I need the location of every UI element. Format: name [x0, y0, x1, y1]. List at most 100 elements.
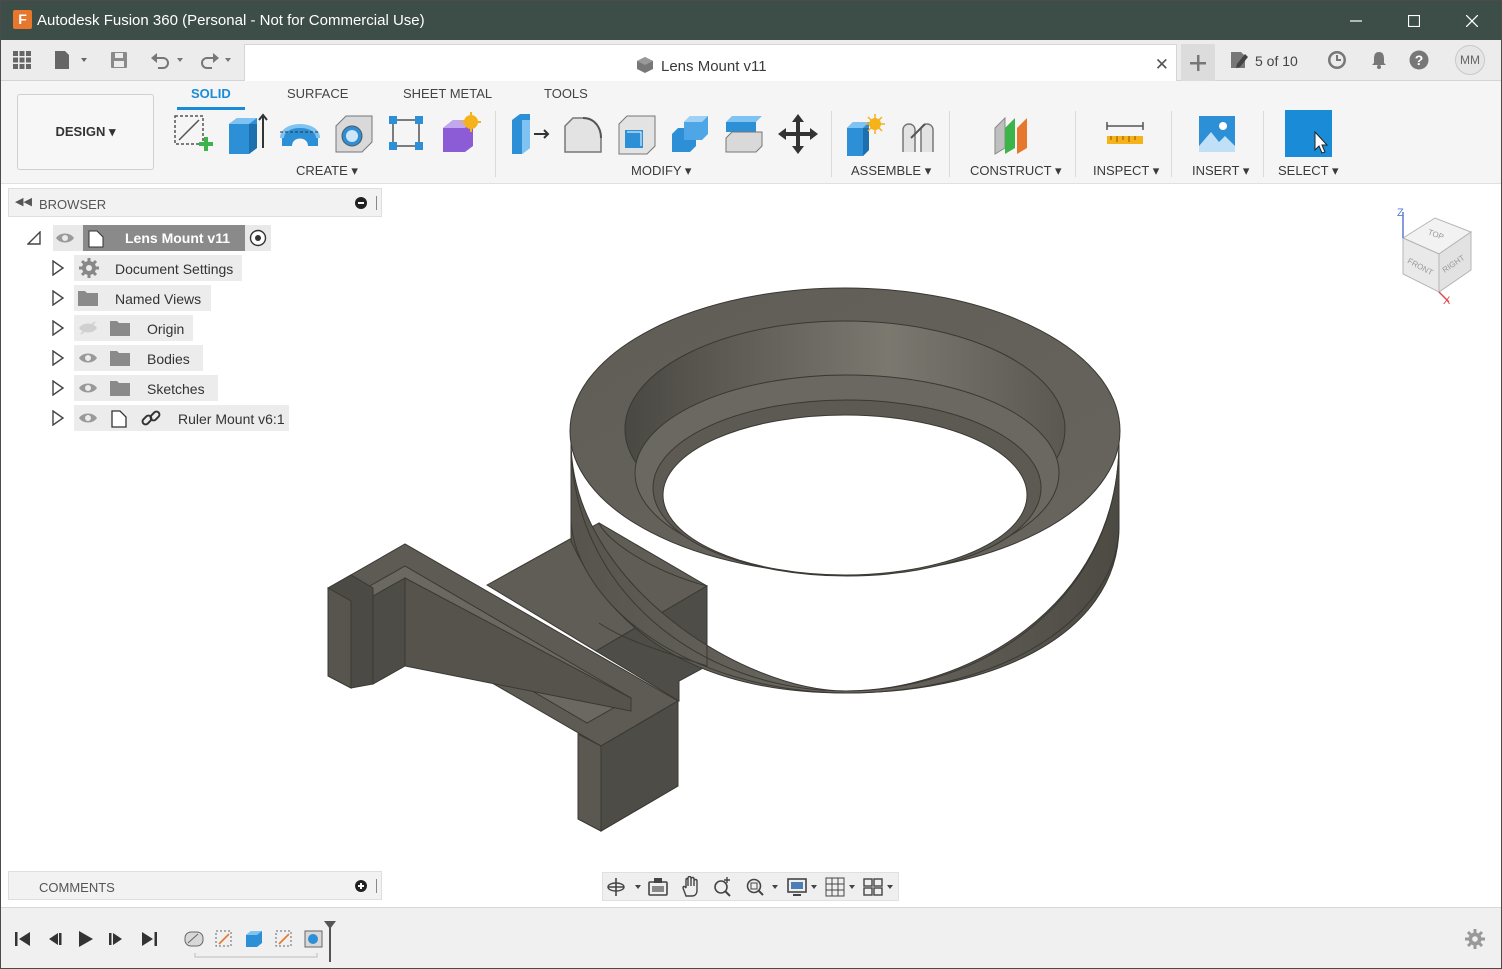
grid-settings-icon[interactable]: [825, 876, 861, 898]
pattern-button[interactable]: [385, 112, 429, 156]
new-tab-button[interactable]: [1181, 44, 1215, 81]
browser-item-document-settings[interactable]: Document Settings: [1, 255, 381, 281]
expand-triangle-icon[interactable]: [51, 260, 65, 276]
visibility-eye-icon[interactable]: [55, 231, 75, 245]
insert-menu[interactable]: INSERT ▾: [1192, 163, 1249, 179]
navigation-bar: [602, 872, 899, 901]
assemble-menu[interactable]: ASSEMBLE ▾: [851, 163, 931, 179]
tab-surface[interactable]: SURFACE: [287, 86, 348, 101]
rectangular-pattern-icon: [389, 116, 423, 150]
offset-plane-button[interactable]: [991, 112, 1035, 156]
add-comment-icon[interactable]: [355, 880, 367, 892]
notifications-button[interactable]: [1369, 50, 1389, 75]
tab-sheet-metal[interactable]: SHEET METAL: [403, 86, 492, 101]
expand-triangle-icon[interactable]: [51, 410, 65, 426]
step-forward-icon[interactable]: [107, 930, 125, 948]
browser-item-bodies[interactable]: Bodies: [1, 345, 381, 371]
expand-triangle-icon[interactable]: [51, 380, 65, 396]
expand-triangle-icon[interactable]: [51, 320, 65, 336]
axis-z-label: Z: [1397, 207, 1404, 219]
version-button[interactable]: [1229, 50, 1251, 75]
construct-menu[interactable]: CONSTRUCT ▾: [970, 163, 1062, 179]
visibility-eye-icon[interactable]: [78, 411, 98, 425]
move-button[interactable]: [776, 112, 820, 156]
play-icon[interactable]: [77, 930, 95, 948]
go-to-end-icon[interactable]: [140, 930, 158, 948]
create-sketch-button[interactable]: [171, 112, 215, 156]
new-component-button[interactable]: [843, 112, 887, 156]
expand-triangle-icon[interactable]: [51, 350, 65, 366]
save-button[interactable]: [109, 50, 129, 70]
collapse-triangle-icon[interactable]: [27, 231, 41, 245]
view-cube[interactable]: TOP FRONT RIGHT Z X: [1389, 204, 1479, 314]
visibility-eye-icon[interactable]: [78, 381, 98, 395]
clock-icon: [1328, 51, 1346, 69]
browser-item-sketches[interactable]: Sketches: [1, 375, 381, 401]
app-grid-button[interactable]: [13, 50, 31, 70]
hole-button[interactable]: [332, 112, 376, 156]
replace-face-button[interactable]: [722, 112, 766, 156]
panel-resize-handle[interactable]: [376, 879, 377, 893]
combine-button[interactable]: [668, 112, 712, 156]
select-button[interactable]: [1285, 110, 1332, 157]
zoom-icon[interactable]: [712, 876, 734, 898]
modify-menu[interactable]: MODIFY ▾: [631, 163, 691, 179]
fit-icon[interactable]: [744, 876, 780, 898]
extrude-button[interactable]: [225, 112, 269, 156]
press-pull-button[interactable]: [508, 112, 552, 156]
orbit-icon[interactable]: [606, 876, 646, 898]
joint-button[interactable]: [897, 112, 941, 156]
timeline-feature-hole-icon[interactable]: [303, 928, 325, 950]
shell-button[interactable]: [615, 112, 659, 156]
file-menu-button[interactable]: [53, 50, 89, 70]
browser-root-row[interactable]: Lens Mount v11: [27, 225, 277, 251]
job-status-button[interactable]: [1327, 50, 1347, 75]
create-menu[interactable]: CREATE ▾: [296, 163, 358, 179]
viewports-icon[interactable]: [863, 876, 899, 898]
version-label[interactable]: 5 of 10: [1255, 53, 1298, 69]
offset-plane-icon: [994, 116, 1027, 155]
measure-button[interactable]: [1103, 112, 1147, 156]
close-button[interactable]: [1443, 1, 1501, 40]
tab-tools[interactable]: TOOLS: [544, 86, 588, 101]
close-tab-icon[interactable]: ✕: [1155, 55, 1169, 75]
collapse-panel-icon[interactable]: ◀◀: [15, 195, 32, 208]
minimize-panel-icon[interactable]: [355, 197, 367, 209]
user-avatar[interactable]: MM: [1455, 45, 1485, 75]
help-icon: ?: [1409, 50, 1429, 70]
revolve-button[interactable]: [278, 112, 322, 156]
visibility-eye-icon[interactable]: [78, 351, 98, 365]
activate-radio-icon[interactable]: [249, 229, 267, 247]
timeline-settings-gear-icon[interactable]: [1464, 928, 1486, 950]
pan-hand-icon[interactable]: [680, 876, 702, 898]
panel-resize-handle[interactable]: [376, 196, 377, 210]
insert-image-button[interactable]: [1195, 112, 1239, 156]
browser-item-named-views[interactable]: Named Views: [1, 285, 381, 311]
maximize-button[interactable]: [1385, 1, 1443, 40]
expand-triangle-icon[interactable]: [51, 290, 65, 306]
tab-solid[interactable]: SOLID: [191, 86, 231, 101]
go-to-start-icon[interactable]: [14, 930, 32, 948]
document-tab[interactable]: Lens Mount v11 ✕: [244, 44, 1177, 81]
minimize-button[interactable]: [1327, 1, 1385, 40]
hidden-eye-icon[interactable]: [78, 321, 98, 335]
workspace-switcher[interactable]: DESIGN ▾: [17, 94, 154, 170]
redo-button[interactable]: [199, 50, 239, 70]
fillet-button[interactable]: [561, 112, 605, 156]
look-at-icon[interactable]: [647, 876, 669, 898]
timeline-feature-sketch-icon[interactable]: [273, 928, 295, 950]
help-button[interactable]: ?: [1409, 50, 1429, 75]
timeline-feature-sketch-icon[interactable]: [183, 928, 205, 950]
timeline-marker-handle[interactable]: [323, 920, 337, 964]
timeline-feature-sketch-icon[interactable]: [213, 928, 235, 950]
select-menu[interactable]: SELECT ▾: [1278, 163, 1338, 179]
timeline-feature-extrude-icon[interactable]: [243, 928, 265, 950]
step-back-icon[interactable]: [46, 930, 64, 948]
browser-item-ruler-mount[interactable]: Ruler Mount v6:1: [1, 405, 381, 431]
inspect-menu[interactable]: INSPECT ▾: [1093, 163, 1159, 179]
comments-panel-header[interactable]: COMMENTS: [8, 871, 382, 900]
display-settings-icon[interactable]: [786, 876, 822, 898]
create-form-button[interactable]: [439, 112, 483, 156]
browser-item-origin[interactable]: Origin: [1, 315, 381, 341]
undo-button[interactable]: [149, 50, 189, 70]
